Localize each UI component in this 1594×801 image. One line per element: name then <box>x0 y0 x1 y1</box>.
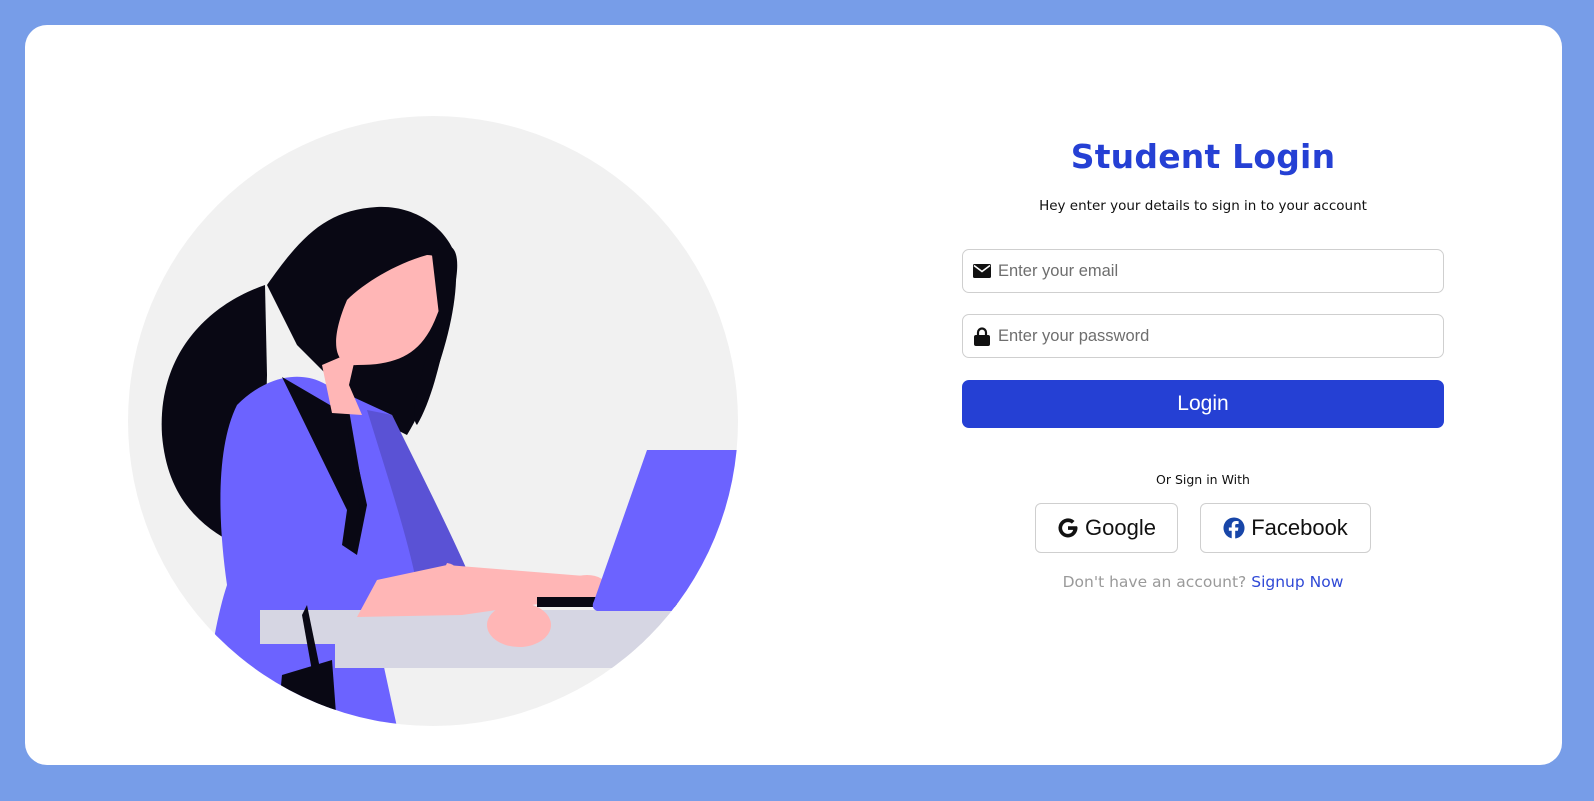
google-icon <box>1057 517 1079 539</box>
facebook-icon <box>1223 517 1245 539</box>
page-subtitle: Hey enter your details to sign in to you… <box>1039 198 1367 214</box>
email-input[interactable] <box>998 250 1443 292</box>
facebook-label: Facebook <box>1251 515 1348 540</box>
login-button[interactable]: Login <box>962 380 1444 428</box>
email-field[interactable] <box>962 249 1444 293</box>
signup-prompt-text: Don't have an account? <box>1062 573 1247 591</box>
envelope-icon <box>972 261 992 281</box>
signup-prompt: Don't have an account? Signup Now <box>962 573 1444 591</box>
login-form: Student Login Hey enter your details to … <box>962 25 1444 765</box>
facebook-signin-button[interactable]: Facebook <box>1200 503 1371 553</box>
login-card: Student Login Hey enter your details to … <box>25 25 1562 765</box>
password-input[interactable] <box>998 315 1443 357</box>
page-title: Student Login <box>1070 137 1336 176</box>
lock-icon <box>972 326 992 346</box>
password-field[interactable] <box>962 314 1444 358</box>
google-label: Google <box>1085 515 1156 540</box>
signup-link[interactable]: Signup Now <box>1251 573 1343 591</box>
woman-at-laptop-illustration <box>117 115 751 727</box>
google-signin-button[interactable]: Google <box>1035 503 1178 553</box>
social-divider-text: Or Sign in With <box>1156 472 1250 487</box>
